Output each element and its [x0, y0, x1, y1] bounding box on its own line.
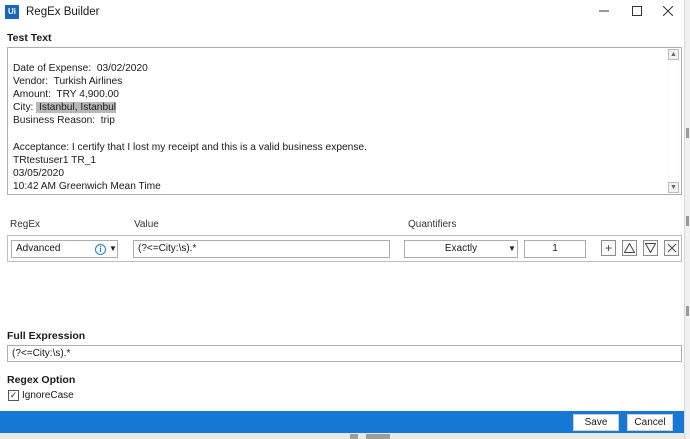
- test-text-area[interactable]: Date of Expense: 03/02/2020 Vendor: Turki…: [7, 47, 682, 195]
- test-text-line-text: Amount: TRY 4,900.00: [13, 89, 119, 101]
- test-text-line: Date of Expense: 03/02/2020: [13, 62, 367, 75]
- quantifier-value: Exactly: [444, 243, 478, 254]
- test-text-line-text: Business Reason: trip: [13, 115, 115, 127]
- background-scroll-mark: [686, 306, 689, 316]
- window-title: RegEx Builder: [26, 6, 100, 18]
- test-text-scrollbar[interactable]: ▲ ▼: [668, 49, 679, 193]
- app-logo-icon: Ui: [5, 5, 19, 19]
- value-column-header: Value: [134, 219, 159, 230]
- scroll-thumb[interactable]: [669, 62, 678, 180]
- scroll-up-icon[interactable]: ▲: [668, 49, 679, 60]
- footer-bar: Save Cancel: [0, 411, 684, 433]
- ignorecase-checkbox[interactable]: ✓: [8, 390, 19, 401]
- add-icon[interactable]: +: [601, 240, 616, 256]
- regex-type-value: Advanced: [16, 243, 61, 254]
- regex-row: Advanced i ▼ (?<=City:\s).* Exactly ▼ 1 …: [7, 235, 682, 262]
- ignorecase-label[interactable]: IgnoreCase: [22, 390, 74, 401]
- title-bar: Ui RegEx Builder: [0, 0, 690, 26]
- regex-match-highlight: Istanbul, Istanbul: [36, 102, 117, 114]
- quantifiers-column-header: Quantifiers: [408, 219, 457, 230]
- remove-icon[interactable]: [664, 240, 679, 256]
- test-text-line-text: Acceptance: I certify that I lost my rec…: [13, 141, 367, 153]
- test-text-content: Date of Expense: 03/02/2020 Vendor: Turki…: [13, 62, 367, 193]
- chevron-down-icon: ▼: [508, 244, 516, 253]
- full-expression-label: Full Expression: [7, 330, 86, 342]
- test-text-line: Vendor: Turkish Airlines: [13, 75, 367, 88]
- test-text-line: Business Reason: trip: [13, 114, 367, 127]
- test-text-line-text: Vendor: Turkish Airlines: [13, 76, 123, 88]
- test-text-line-text: City:: [13, 102, 37, 114]
- test-text-line-text: Date of Expense: 03/02/2020: [13, 63, 148, 74]
- test-text-line-text: TRtestuser1 TR_1: [13, 154, 97, 166]
- background-scroll-mark: [686, 216, 689, 226]
- regex-value-input[interactable]: (?<=City:\s).*: [133, 240, 390, 258]
- maximize-icon[interactable]: [620, 0, 654, 24]
- regex-type-dropdown[interactable]: Advanced i ▼: [11, 240, 118, 258]
- move-up-icon[interactable]: [622, 240, 637, 256]
- test-text-line: TRtestuser1 TR_1: [13, 154, 367, 167]
- test-text-line: [13, 127, 367, 140]
- quantifier-dropdown[interactable]: Exactly ▼: [404, 240, 518, 258]
- test-text-line: Acceptance: I certify that I lost my rec…: [13, 141, 367, 154]
- background-mark: [350, 434, 358, 439]
- background-scroll-mark: [686, 128, 689, 138]
- test-text-line: Amount: TRY 4,900.00: [13, 88, 367, 101]
- save-button[interactable]: Save: [573, 414, 619, 431]
- test-text-line: 10:42 AM Greenwich Mean Time: [13, 180, 367, 193]
- cancel-button[interactable]: Cancel: [627, 414, 673, 431]
- background-mark: [366, 434, 390, 439]
- regex-option-label: Regex Option: [7, 374, 76, 386]
- quantifier-count-input[interactable]: 1: [524, 240, 586, 258]
- minimize-icon[interactable]: [587, 0, 621, 24]
- close-icon[interactable]: [651, 0, 685, 24]
- test-text-line-text: 03/05/2020: [13, 167, 64, 179]
- regex-column-header: RegEx: [10, 219, 41, 230]
- move-down-icon[interactable]: [643, 240, 658, 256]
- test-text-line: 03/05/2020: [13, 167, 367, 180]
- test-text-line-text: 10:42 AM Greenwich Mean Time: [13, 180, 161, 192]
- test-text-line: City: Istanbul, Istanbul: [13, 101, 367, 114]
- scroll-down-icon[interactable]: ▼: [668, 182, 679, 193]
- background-strip: [0, 433, 684, 439]
- chevron-down-icon: ▼: [109, 244, 117, 253]
- test-text-label: Test Text: [7, 32, 52, 44]
- full-expression-field[interactable]: (?<=City:\s).*: [7, 345, 682, 362]
- info-icon[interactable]: i: [95, 244, 106, 255]
